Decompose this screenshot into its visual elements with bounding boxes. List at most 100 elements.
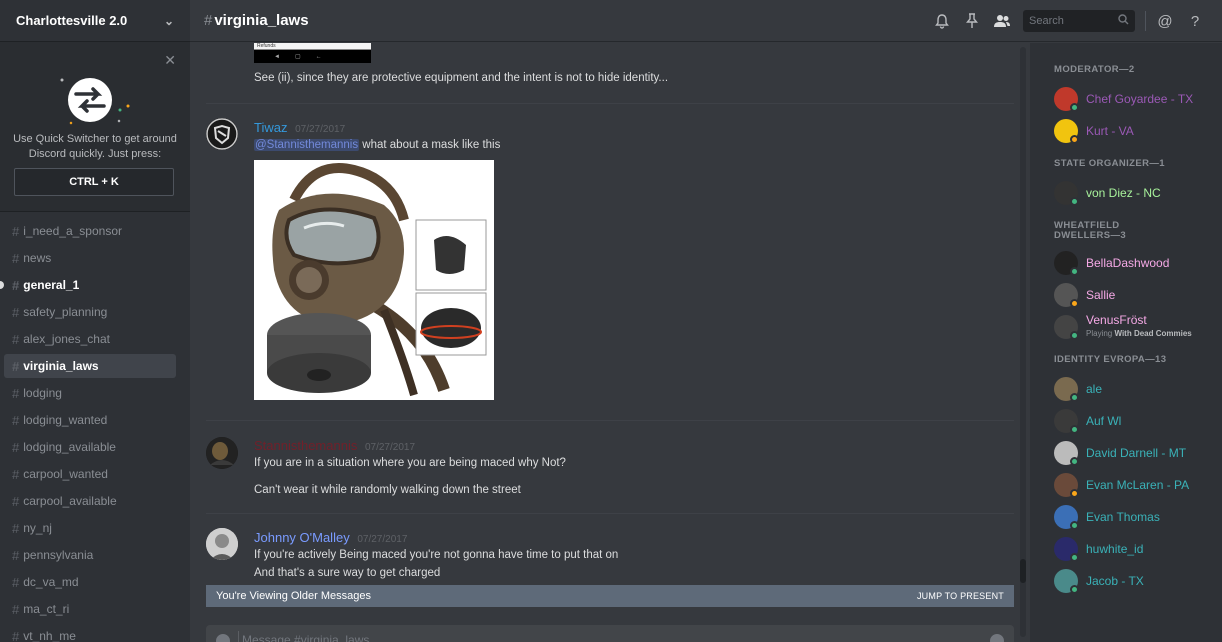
message-text: If you're actively Being maced you're no… — [254, 549, 619, 561]
hash-icon: # — [12, 493, 20, 509]
message-timestamp: 07/27/2017 — [295, 124, 346, 135]
channel-title: # virginia_laws — [204, 12, 309, 29]
channel-item-alex-jones-chat[interactable]: # alex_jones_chat — [4, 327, 176, 351]
search-placeholder: Search — [1029, 15, 1064, 27]
channel-item-news[interactable]: # news — [4, 246, 176, 270]
member-item[interactable]: Kurt - VA — [1054, 115, 1222, 147]
mentions-icon[interactable]: @ — [1150, 9, 1180, 33]
message-group: Stannisthemannis 07/27/2017 If you are i… — [206, 420, 1014, 512]
channel-item-pennsylvania[interactable]: # pennsylvania — [4, 543, 176, 567]
message-composer[interactable]: Message #virginia_laws — [206, 625, 1014, 642]
hash-icon: # — [12, 331, 20, 347]
channel-item-virginia-laws[interactable]: # virginia_laws — [4, 354, 176, 378]
member-name: Jacob - TX — [1086, 574, 1144, 588]
member-item[interactable]: Jacob - TX — [1054, 565, 1222, 597]
member-name: VenusFröst — [1086, 313, 1147, 327]
emoji-icon[interactable] — [990, 634, 1004, 642]
jump-to-present-button[interactable]: JUMP TO PRESENT — [917, 591, 1004, 601]
member-item[interactable]: ale — [1054, 373, 1222, 405]
message-header: Johnny O'Malley 07/27/2017 — [254, 530, 407, 545]
channel-name: i_need_a_sponsor — [23, 224, 122, 238]
hash-icon: # — [12, 520, 20, 536]
channel-name: pennsylvania — [23, 548, 94, 562]
channel-item-ma-ct-ri[interactable]: # ma_ct_ri — [4, 597, 176, 621]
avatar[interactable] — [206, 437, 238, 469]
member-item[interactable]: David Darnell - MT — [1054, 437, 1222, 469]
hash-icon: # — [12, 277, 20, 293]
member-name: Sallie — [1086, 288, 1116, 302]
status-indicator — [1070, 103, 1079, 112]
server-header[interactable]: Charlottesville 2.0 ⌄ — [0, 0, 190, 42]
composer-divider — [238, 631, 239, 642]
channel-name: alex_jones_chat — [23, 332, 110, 346]
channel-item-i-need-a-sponsor[interactable]: # i_need_a_sponsor — [4, 219, 176, 243]
user-mention[interactable]: @Stannisthemannis — [254, 139, 360, 151]
channel-name: virginia_laws — [23, 359, 99, 373]
role-header: IDENTITY EVROPA—13 — [1054, 354, 1167, 365]
member-item[interactable]: VenusFröst Playing With Dead Commies — [1054, 311, 1222, 343]
status-indicator — [1070, 553, 1079, 562]
member-item[interactable]: Evan McLaren - PA — [1054, 469, 1222, 501]
message-author[interactable]: Tiwaz — [254, 120, 287, 135]
channel-name: vt_nh_me — [23, 629, 76, 642]
message-timestamp: 07/27/2017 — [357, 534, 408, 545]
hash-icon: # — [12, 574, 20, 590]
attachment-image-partial[interactable]: Refunds ◄ ▢ ← — [254, 43, 371, 63]
member-item[interactable]: BellaDashwood — [1054, 247, 1222, 279]
member-name: Auf Wl — [1086, 414, 1122, 428]
channel-item-carpool-available[interactable]: # carpool_available — [4, 489, 176, 513]
channel-item-general-1[interactable]: # general_1 — [0, 273, 176, 297]
gas-mask-image[interactable] — [254, 160, 494, 400]
older-messages-label: You're Viewing Older Messages — [216, 590, 371, 602]
channel-item-vt-nh-me[interactable]: # vt_nh_me — [4, 624, 176, 642]
avatar[interactable] — [206, 118, 238, 150]
status-indicator — [1070, 425, 1079, 434]
member-name: Evan McLaren - PA — [1086, 478, 1190, 492]
unread-indicator — [0, 281, 4, 289]
member-list-icon[interactable] — [987, 9, 1017, 33]
bell-icon[interactable] — [927, 9, 957, 33]
message-author[interactable]: Stannisthemannis — [254, 438, 357, 453]
role-header-line-2: DWELLERS—3 — [1054, 230, 1127, 241]
status-indicator — [1070, 585, 1079, 594]
member-item[interactable]: Evan Thomas — [1054, 501, 1222, 533]
channel-item-dc-va-md[interactable]: # dc_va_md — [4, 570, 176, 594]
quick-switcher-tip: ✕ Use Quick Switcher to get around Disco… — [0, 42, 190, 212]
upload-icon[interactable] — [216, 634, 230, 642]
avatar[interactable] — [206, 528, 238, 560]
member-item[interactable]: Sallie — [1054, 279, 1222, 311]
pin-icon[interactable] — [957, 9, 987, 33]
hash-icon: # — [12, 385, 20, 401]
channel-item-lodging[interactable]: # lodging — [4, 381, 176, 405]
member-item[interactable]: Auf Wl — [1054, 405, 1222, 437]
quick-switcher-text: Use Quick Switcher to get around Discord… — [10, 132, 180, 162]
channel-item-ny-nj[interactable]: # ny_nj — [4, 516, 176, 540]
scrollbar-thumb[interactable] — [1020, 559, 1026, 583]
channel-item-safety-planning[interactable]: # safety_planning — [4, 300, 176, 324]
channel-item-carpool-wanted[interactable]: # carpool_wanted — [4, 462, 176, 486]
channel-item-lodging-available[interactable]: # lodging_available — [4, 435, 176, 459]
hash-icon: # — [12, 601, 20, 617]
message-input-placeholder: Message #virginia_laws — [242, 633, 370, 642]
search-input[interactable]: Search — [1023, 10, 1135, 32]
message-group: Johnny O'Malley 07/27/2017 If you're act… — [206, 513, 1014, 583]
quick-switcher-illustration-icon — [60, 78, 130, 125]
role-header: MODERATOR—2 — [1054, 64, 1135, 75]
hash-icon: # — [12, 304, 20, 320]
member-item[interactable]: Chef Goyardee - TX — [1054, 83, 1222, 115]
message-scrollbar[interactable] — [1020, 47, 1026, 637]
close-icon[interactable]: ✕ — [164, 52, 176, 69]
message-author[interactable]: Johnny O'Malley — [254, 530, 350, 545]
channel-item-lodging-wanted[interactable]: # lodging_wanted — [4, 408, 176, 432]
member-item[interactable]: huwhite_id — [1054, 533, 1222, 565]
server-name: Charlottesville 2.0 — [16, 13, 128, 28]
channel-name: ma_ct_ri — [23, 602, 70, 616]
member-item[interactable]: von Diez - NC — [1054, 177, 1222, 209]
message-text: And that's a sure way to get charged — [254, 567, 441, 579]
header-toolbar: Search @ ? — [927, 9, 1210, 33]
help-icon[interactable]: ? — [1180, 9, 1210, 33]
status-indicator — [1070, 135, 1079, 144]
hash-icon: # — [12, 547, 20, 563]
activity-game: With Dead Commies — [1114, 329, 1192, 338]
hash-icon: # — [12, 439, 20, 455]
